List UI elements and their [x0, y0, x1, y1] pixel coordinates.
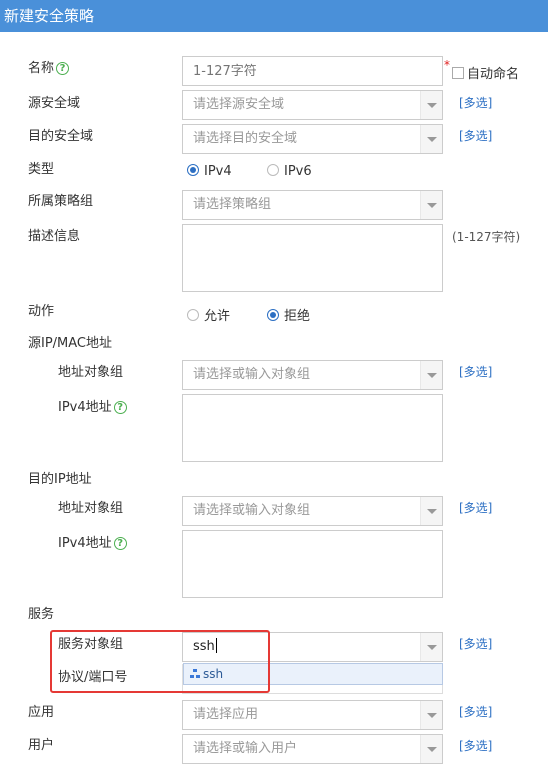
service-group-value[interactable]: ssh [193, 633, 217, 661]
src-addr-group-label: 地址对象组 [58, 365, 124, 380]
src-zone-label: 源安全域 [28, 96, 81, 111]
dst-zone-placeholder: 请选择目的安全域 [193, 131, 298, 146]
action-option-label: 拒绝 [284, 309, 311, 324]
dropdown-item-ssh[interactable]: ssh [190, 666, 223, 682]
checkbox-box[interactable] [452, 67, 464, 79]
required-mark: * [444, 58, 450, 72]
application-label: 应用 [28, 705, 55, 720]
network-tree-icon [190, 669, 200, 679]
name-label: 名称? [28, 57, 70, 76]
policy-group-select[interactable]: 请选择策略组 [182, 190, 443, 220]
src-ipv4-textarea[interactable] [182, 394, 443, 462]
dst-ipv4-label: IPv4地址? [58, 532, 127, 551]
radio-selected-icon[interactable] [267, 309, 279, 321]
application-placeholder: 请选择应用 [193, 707, 259, 722]
service-group-select[interactable]: ssh [182, 632, 443, 662]
dst-ipv4-textarea[interactable] [182, 530, 443, 598]
dst-zone-select[interactable]: 请选择目的安全域 [182, 124, 443, 154]
user-multi-link[interactable]: [多选] [459, 737, 492, 754]
chevron-down-icon[interactable] [420, 361, 442, 389]
service-multi-link[interactable]: [多选] [459, 635, 492, 652]
dst-ip-label: 目的IP地址 [28, 472, 92, 487]
chevron-down-icon[interactable] [420, 735, 442, 763]
policy-group-placeholder: 请选择策略组 [193, 197, 272, 212]
chevron-down-icon[interactable] [420, 125, 442, 153]
service-dropdown[interactable]: ssh [183, 663, 443, 685]
action-radio-permit[interactable]: 允许 [187, 305, 230, 324]
chevron-down-icon[interactable] [420, 701, 442, 729]
src-addr-multi-link[interactable]: [多选] [459, 363, 492, 380]
help-icon[interactable]: ? [113, 537, 127, 550]
dst-addr-multi-link[interactable]: [多选] [459, 499, 492, 516]
action-label: 动作 [28, 304, 55, 319]
dst-addr-group-placeholder: 请选择或输入对象组 [193, 503, 311, 518]
src-zone-multi-link[interactable]: [多选] [459, 94, 492, 111]
application-multi-link[interactable]: [多选] [459, 703, 492, 720]
chevron-down-icon[interactable] [420, 91, 442, 119]
dropdown-item-label: ssh [203, 667, 224, 681]
protocol-port-label: 协议/端口号 [58, 670, 128, 685]
service-label: 服务 [28, 607, 55, 622]
src-zone-select[interactable]: 请选择源安全域 [182, 90, 443, 120]
dst-addr-group-label: 地址对象组 [58, 501, 124, 516]
radio-selected-icon[interactable] [187, 164, 199, 176]
description-hint: (1-127字符) [452, 230, 521, 244]
type-radio-ipv6[interactable]: IPv6 [267, 164, 312, 179]
action-option-label: 允许 [204, 309, 231, 324]
radio-icon[interactable] [187, 309, 199, 321]
policy-group-label: 所属策略组 [28, 194, 94, 209]
radio-icon[interactable] [267, 164, 279, 176]
type-option-label: IPv4 [204, 164, 232, 179]
help-icon[interactable]: ? [113, 401, 127, 414]
chevron-down-icon[interactable] [420, 633, 442, 661]
user-select[interactable]: 请选择或输入用户 [182, 734, 443, 764]
src-ipv4-label: IPv4地址? [58, 396, 127, 415]
text-cursor [215, 638, 217, 653]
application-select[interactable]: 请选择应用 [182, 700, 443, 730]
dst-zone-multi-link[interactable]: [多选] [459, 127, 492, 144]
dst-addr-group-select[interactable]: 请选择或输入对象组 [182, 496, 443, 526]
chevron-down-icon[interactable] [420, 191, 442, 219]
src-addr-group-placeholder: 请选择或输入对象组 [193, 367, 311, 382]
help-icon[interactable]: ? [56, 62, 70, 75]
src-ip-mac-label: 源IP/MAC地址 [28, 336, 113, 351]
auto-name-checkbox[interactable]: 自动命名 [452, 63, 519, 82]
description-label: 描述信息 [28, 229, 81, 244]
description-textarea[interactable] [182, 224, 443, 292]
src-zone-placeholder: 请选择源安全域 [193, 97, 285, 112]
dialog-title: 新建安全策略 [0, 0, 548, 32]
src-addr-group-select[interactable]: 请选择或输入对象组 [182, 360, 443, 390]
service-group-label: 服务对象组 [58, 637, 124, 652]
action-radio-deny[interactable]: 拒绝 [267, 305, 310, 324]
type-radio-ipv4[interactable]: IPv4 [187, 164, 232, 179]
type-option-label: IPv6 [284, 164, 312, 179]
chevron-down-icon[interactable] [420, 497, 442, 525]
type-label: 类型 [28, 162, 55, 177]
dst-zone-label: 目的安全域 [28, 129, 94, 144]
user-placeholder: 请选择或输入用户 [193, 741, 298, 756]
name-input[interactable] [182, 56, 443, 86]
user-label: 用户 [28, 738, 55, 753]
auto-name-label: 自动命名 [467, 67, 520, 82]
